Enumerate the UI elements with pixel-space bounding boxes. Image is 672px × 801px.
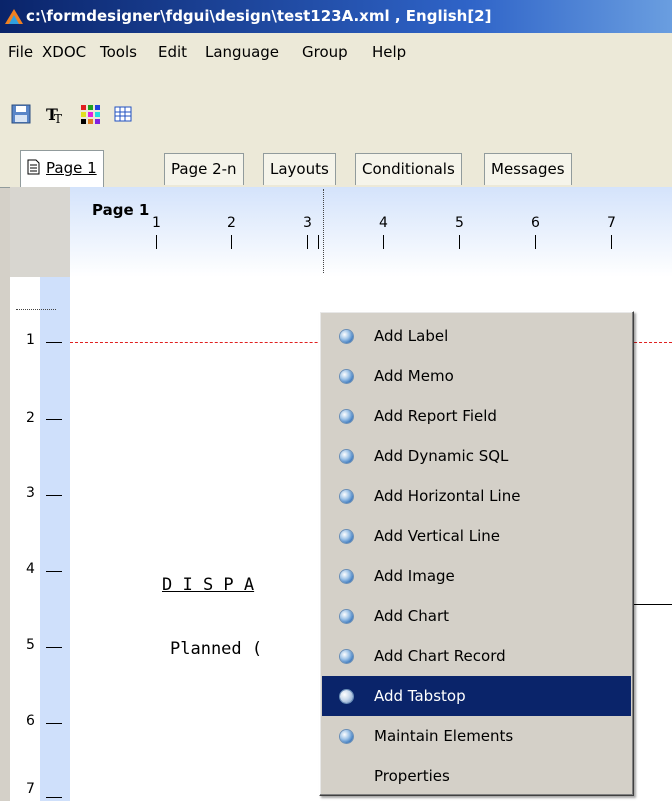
menu-item-add-report-field[interactable]: Add Report Field bbox=[322, 396, 631, 436]
app-icon bbox=[5, 9, 23, 24]
menu-edit[interactable]: Edit bbox=[158, 33, 187, 71]
ruler-corner bbox=[10, 187, 70, 277]
font-icon[interactable]: T T bbox=[45, 103, 67, 125]
menu-file[interactable]: File bbox=[8, 33, 33, 71]
ruler-tick bbox=[46, 797, 62, 798]
tab-messages[interactable]: Messages bbox=[484, 153, 572, 185]
menu-group[interactable]: Group bbox=[302, 33, 348, 71]
ruler-page-label: Page 1 bbox=[92, 201, 150, 219]
label-element[interactable]: Planned ( bbox=[170, 639, 262, 659]
ruler-number: 1 bbox=[152, 215, 161, 231]
menu-item-label: Add Image bbox=[374, 567, 455, 585]
menu-language[interactable]: Language bbox=[205, 33, 279, 71]
menu-item-label: Add Vertical Line bbox=[374, 527, 500, 545]
svg-text:T: T bbox=[54, 112, 62, 125]
ruler-number: 2 bbox=[26, 410, 35, 426]
bullet-icon bbox=[340, 570, 353, 583]
ruler-marker-line bbox=[16, 309, 56, 310]
ruler-number: 6 bbox=[26, 713, 35, 729]
document-icon bbox=[27, 159, 40, 175]
ruler-tick bbox=[307, 235, 308, 249]
bullet-icon bbox=[340, 530, 353, 543]
bullet-icon bbox=[340, 330, 353, 343]
menu-xdoc[interactable]: XDOC bbox=[42, 33, 86, 71]
menu-item-add-tabstop[interactable]: Add Tabstop bbox=[322, 676, 631, 716]
horizontal-ruler: Page 1 1 2 3 4 5 6 7 bbox=[70, 187, 672, 277]
tab-layouts[interactable]: Layouts bbox=[263, 153, 336, 185]
menu-item-add-label[interactable]: Add Label bbox=[322, 316, 631, 356]
ruler-tick bbox=[46, 419, 62, 420]
menu-item-add-memo[interactable]: Add Memo bbox=[322, 356, 631, 396]
ruler-tick bbox=[611, 235, 612, 249]
tab-page-1[interactable]: Page 1 bbox=[20, 150, 104, 187]
tab-conditionals[interactable]: Conditionals bbox=[355, 153, 462, 185]
bullet-icon bbox=[340, 690, 353, 703]
horizontal-line-element[interactable] bbox=[630, 604, 672, 605]
menu-item-label: Add Report Field bbox=[374, 407, 497, 425]
ruler-tick bbox=[46, 647, 62, 648]
ruler-tick bbox=[156, 235, 157, 249]
ruler-tick bbox=[231, 235, 232, 249]
menu-bar: File XDOC Tools Edit Language Group Help bbox=[0, 33, 672, 71]
menu-item-label: Maintain Elements bbox=[374, 727, 514, 745]
bullet-icon bbox=[340, 370, 353, 383]
menu-item-label: Properties bbox=[374, 767, 450, 785]
toolbar: T T bbox=[0, 71, 672, 145]
tab-strip: Page 1 Page 2-n Layouts Conditionals Mes… bbox=[0, 145, 672, 188]
menu-item-label: Add Label bbox=[374, 327, 449, 345]
menu-item-add-dynamic-sql[interactable]: Add Dynamic SQL bbox=[322, 436, 631, 476]
ruler-number: 2 bbox=[227, 215, 236, 231]
menu-item-label: Add Tabstop bbox=[374, 687, 466, 705]
ruler-number: 4 bbox=[26, 561, 35, 577]
save-icon[interactable] bbox=[10, 103, 32, 125]
menu-item-add-chart-record[interactable]: Add Chart Record bbox=[322, 636, 631, 676]
ruler-tick bbox=[535, 235, 536, 249]
menu-help[interactable]: Help bbox=[372, 33, 406, 71]
vertical-ruler: 1 2 3 4 5 6 7 bbox=[10, 277, 70, 801]
menu-item-label: Add Horizontal Line bbox=[374, 487, 521, 505]
ruler-number: 4 bbox=[379, 215, 388, 231]
menu-item-label: Add Dynamic SQL bbox=[374, 447, 509, 465]
ruler-number: 1 bbox=[26, 332, 35, 348]
bullet-icon bbox=[340, 730, 353, 743]
menu-item-add-chart[interactable]: Add Chart bbox=[322, 596, 631, 636]
menu-item-label: Add Chart bbox=[374, 607, 450, 625]
bullet-icon bbox=[340, 410, 353, 423]
tab-label: Page 1 bbox=[46, 159, 97, 177]
menu-item-add-vertical-line[interactable]: Add Vertical Line bbox=[322, 516, 631, 556]
menu-item-add-horizontal-line[interactable]: Add Horizontal Line bbox=[322, 476, 631, 516]
ruler-tick bbox=[46, 495, 62, 496]
ruler-tick bbox=[459, 235, 460, 249]
menu-tools[interactable]: Tools bbox=[100, 33, 137, 71]
ruler-tick bbox=[318, 235, 319, 249]
color-palette-icon[interactable] bbox=[79, 103, 101, 125]
grid-icon[interactable] bbox=[112, 103, 134, 125]
menu-item-label: Add Chart Record bbox=[374, 647, 506, 665]
label-element[interactable]: D I S P A bbox=[162, 575, 254, 595]
context-menu: Add Label Add Memo Add Report Field Add … bbox=[319, 311, 634, 796]
window-title: c:\formdesigner\fdgui\design\test123A.xm… bbox=[26, 7, 492, 25]
ruler-tick bbox=[46, 723, 62, 724]
ruler-tick bbox=[46, 342, 62, 343]
ruler-number: 7 bbox=[607, 215, 616, 231]
bullet-icon bbox=[340, 610, 353, 623]
title-bar: c:\formdesigner\fdgui\design\test123A.xm… bbox=[0, 0, 672, 33]
ruler-number: 3 bbox=[26, 485, 35, 501]
menu-item-properties[interactable]: Properties bbox=[322, 756, 631, 796]
bullet-icon bbox=[340, 490, 353, 503]
ruler-tick bbox=[383, 235, 384, 249]
ruler-number: 7 bbox=[26, 781, 35, 797]
bullet-icon bbox=[340, 650, 353, 663]
tab-page-2-n[interactable]: Page 2-n bbox=[164, 153, 244, 185]
ruler-number: 3 bbox=[303, 215, 312, 231]
menu-item-add-image[interactable]: Add Image bbox=[322, 556, 631, 596]
menu-item-label: Add Memo bbox=[374, 367, 454, 385]
ruler-number: 5 bbox=[26, 637, 35, 653]
ruler-number: 6 bbox=[531, 215, 540, 231]
bullet-icon bbox=[340, 450, 353, 463]
ruler-number: 5 bbox=[455, 215, 464, 231]
menu-item-maintain-elements[interactable]: Maintain Elements bbox=[322, 716, 631, 756]
ruler-marker-line bbox=[323, 189, 324, 273]
ruler-tick bbox=[46, 571, 62, 572]
